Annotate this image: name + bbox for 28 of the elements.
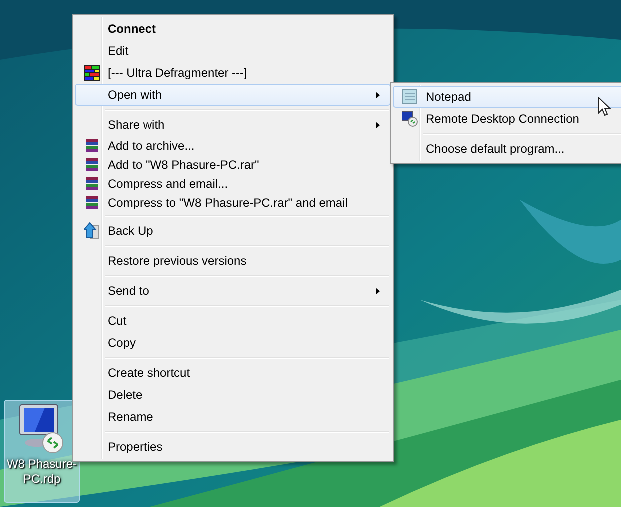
menu-item[interactable]: Edit bbox=[75, 40, 391, 62]
menu-item[interactable]: Create shortcut bbox=[75, 362, 391, 384]
colored-blocks-icon bbox=[84, 65, 100, 81]
menu-item[interactable]: Add to archive... bbox=[75, 136, 391, 155]
notepad-icon bbox=[402, 89, 418, 105]
menu-item[interactable]: [--- Ultra Defragmenter ---] bbox=[75, 62, 391, 84]
books-stack-icon bbox=[85, 196, 99, 210]
menu-item[interactable]: Connect bbox=[75, 18, 391, 40]
menu-item[interactable]: Compress to "W8 Phasure-PC.rar" and email bbox=[75, 193, 391, 212]
menu-item[interactable]: Copy bbox=[75, 332, 391, 354]
menu-item[interactable]: Back Up bbox=[75, 220, 391, 242]
books-stack-icon bbox=[85, 138, 99, 152]
menu-item[interactable]: Open with bbox=[75, 84, 391, 106]
menu-item[interactable]: Remote Desktop Connection bbox=[393, 108, 621, 130]
shortcut-label: W8 Phasure-PC.rdp bbox=[6, 457, 78, 487]
books-stack-icon bbox=[85, 176, 99, 190]
menu-item[interactable]: Notepad bbox=[393, 86, 621, 108]
menu-item[interactable]: Cut bbox=[75, 310, 391, 332]
menu-item[interactable]: Add to "W8 Phasure-PC.rar" bbox=[75, 155, 391, 174]
mouse-pointer-icon bbox=[598, 97, 611, 117]
monitor-icon bbox=[402, 111, 418, 127]
menu-item[interactable]: Send to bbox=[75, 280, 391, 302]
books-stack-icon bbox=[85, 158, 99, 172]
menu-item[interactable]: Choose default program... bbox=[393, 138, 621, 160]
up-arrow-icon bbox=[84, 222, 100, 240]
menu-item[interactable]: Restore previous versions bbox=[75, 250, 391, 272]
menu-item[interactable]: Share with bbox=[75, 114, 391, 136]
menu-item[interactable]: Compress and email... bbox=[75, 174, 391, 193]
